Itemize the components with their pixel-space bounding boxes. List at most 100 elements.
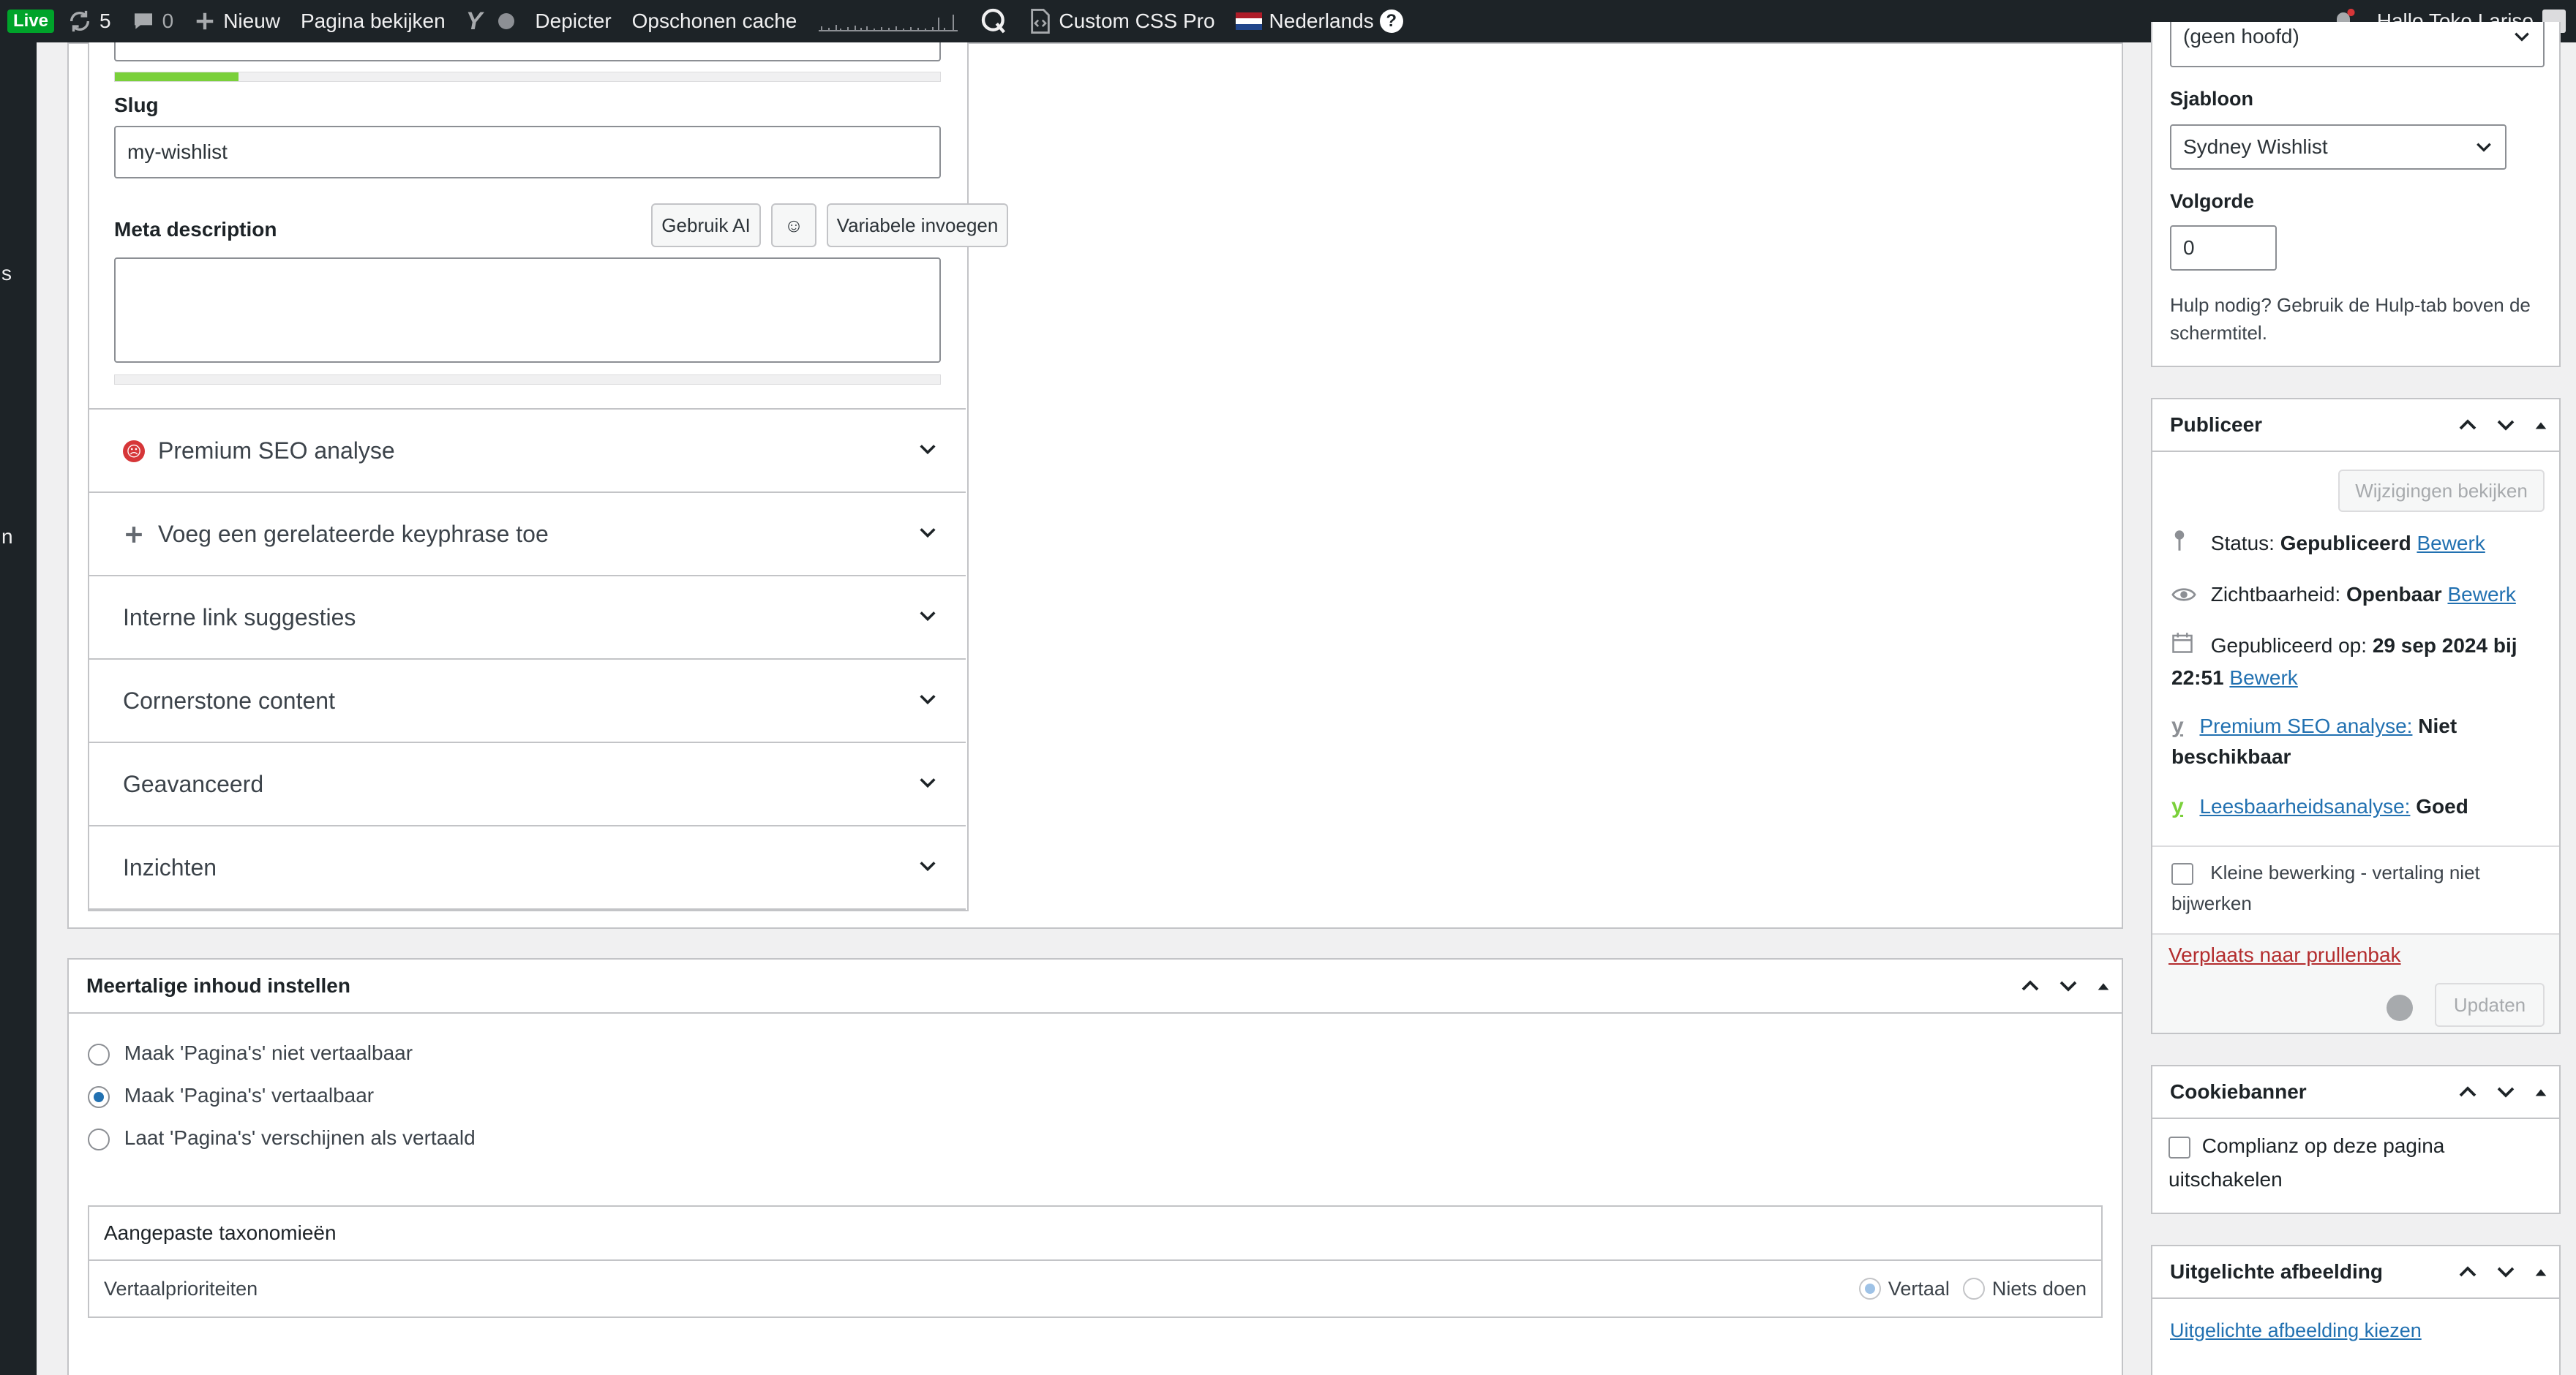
move-to-trash-link[interactable]: Verplaats naar prullenbak [2168, 943, 2401, 967]
order-label: Volgorde [2170, 190, 2255, 212]
parent-select[interactable]: (geen hoofd) [2170, 22, 2545, 67]
collapse-toggle-icon[interactable] [2533, 1264, 2549, 1280]
publish-title: Publiceer [2170, 413, 2263, 436]
accordion-cornerstone[interactable]: Cornerstone content [88, 658, 966, 742]
depicter-link[interactable]: Depicter [525, 0, 621, 42]
visibility-value: Openbaar [2346, 583, 2442, 606]
move-up-icon[interactable] [2457, 1261, 2479, 1283]
move-down-icon[interactable] [2495, 1081, 2517, 1103]
radio-translate[interactable] [1858, 1278, 1881, 1300]
accordion-label: Geavanceerd [123, 770, 264, 797]
collapse-toggle-icon[interactable] [2533, 1084, 2549, 1100]
multilingual-title: Meertalige inhoud instellen [86, 974, 350, 997]
use-ai-button[interactable]: Gebruik AI [651, 203, 761, 247]
cookiebanner-metabox: Cookiebanner Complianz op deze pagina ui… [2151, 1065, 2561, 1214]
seo-title-progress-fill [115, 72, 239, 81]
accordion-label: Interne link suggesties [123, 603, 356, 630]
complianz-label: Complianz op deze pagina [2201, 1134, 2445, 1157]
stats-sparkline-icon[interactable] [819, 9, 958, 34]
readability-value: Goed [2416, 795, 2468, 818]
seo-analysis-row: ỵ Premium SEO analyse: Niet beschikbaar [2171, 711, 2537, 772]
slug-label: Slug [114, 94, 159, 116]
accordion-internal-links[interactable]: Interne link suggesties [88, 575, 966, 658]
emoji-button[interactable]: ☺ [771, 203, 816, 247]
meta-description-label: Meta description [114, 218, 277, 241]
complianz-option[interactable]: Complianz op deze pagina uitschakelen [2168, 1129, 2444, 1197]
option-label: Maak 'Pagina's' niet vertaalbaar [124, 1041, 413, 1064]
accordion-label: Voeg een gerelateerde keyphrase toe [158, 520, 549, 547]
rankmath-icon[interactable] [969, 0, 1019, 42]
radio-translatable[interactable] [88, 1085, 110, 1108]
move-up-icon[interactable] [2457, 1081, 2479, 1103]
yoast-menu[interactable]: Y [456, 0, 525, 42]
template-select[interactable]: Sydney Wishlist [2170, 124, 2506, 170]
focus-keyphrase-field[interactable] [114, 42, 941, 61]
translatable-option-1[interactable]: Maak 'Pagina's' vertaalbaar [88, 1084, 374, 1108]
chevron-down-icon [920, 695, 936, 705]
update-button[interactable]: Updaten [2435, 983, 2545, 1027]
visibility-row: Zichtbaarheid: Openbaar Bewerk [2171, 579, 2537, 611]
complianz-label-2: uitschakelen [2168, 1168, 2283, 1191]
help-icon[interactable]: ? [1379, 10, 1403, 33]
translatable-option-2[interactable]: Laat 'Pagina's' verschijnen als vertaald [88, 1126, 476, 1150]
new-content-button[interactable]: Nieuw [184, 0, 290, 42]
attributes-help-text: Hulp nodig? Gebruik de Hulp-tab boven de… [2170, 294, 2531, 344]
page-attributes-metabox: (geen hoofd) Sjabloon Sydney Wishlist Vo… [2151, 22, 2561, 367]
collapse-toggle-icon[interactable] [2095, 978, 2111, 994]
minor-edit-label: Kleine bewerking - vertaling niet [2210, 862, 2480, 884]
plus-icon [126, 527, 142, 543]
order-input[interactable]: 0 [2170, 225, 2277, 271]
accordion-premium-seo-analysis[interactable]: ☹ Premium SEO analyse [88, 408, 966, 491]
featured-image-metabox: Uitgelichte afbeelding Uitgelichte afbee… [2151, 1245, 2561, 1375]
featured-image-title: Uitgelichte afbeelding [2170, 1260, 2383, 1283]
accordion-add-related-keyphrase[interactable]: Voeg een gerelateerde keyphrase toe [88, 491, 966, 575]
preview-changes-button[interactable]: Wijzigingen bekijken [2338, 470, 2545, 512]
edit-status-link[interactable]: Bewerk [2417, 532, 2485, 554]
radio-do-nothing[interactable] [1962, 1278, 1985, 1300]
seo-analysis-value-2: beschikbaar [2171, 745, 2291, 768]
move-down-icon[interactable] [2057, 975, 2079, 997]
move-down-icon[interactable] [2495, 414, 2517, 436]
seo-analysis-link[interactable]: Premium SEO analyse: [2199, 715, 2412, 737]
move-up-icon[interactable] [2019, 975, 2041, 997]
move-down-icon[interactable] [2495, 1261, 2517, 1283]
translation-priorities-label: Vertaalprioriteiten [104, 1277, 258, 1300]
sidebar-menu-fragment[interactable]: n [1, 525, 13, 549]
edit-visibility-link[interactable]: Bewerk [2447, 583, 2515, 606]
radio-not-translatable[interactable] [88, 1043, 110, 1066]
insert-variable-button[interactable]: Variabele invoegen [827, 203, 1008, 247]
custom-css-menu[interactable]: Custom CSS Pro [1019, 0, 1225, 42]
updates-button[interactable]: 5 [57, 0, 121, 42]
accordion-label: Inzichten [123, 854, 217, 881]
translatable-option-0[interactable]: Maak 'Pagina's' niet vertaalbaar [88, 1041, 413, 1066]
calendar-icon [2171, 632, 2195, 663]
comments-button[interactable]: 0 [121, 0, 184, 42]
comment-icon [132, 10, 155, 33]
chevron-down-icon [920, 528, 936, 538]
clear-cache-button[interactable]: Opschonen cache [622, 0, 808, 42]
edit-date-link[interactable]: Bewerk [2229, 666, 2297, 689]
collapse-toggle-icon[interactable] [2533, 417, 2549, 433]
view-page-link[interactable]: Pagina bekijken [290, 0, 456, 42]
template-value: Sydney Wishlist [2183, 135, 2328, 158]
translation-priorities-row: Vertaalprioriteiten Vertaal Niets doen [89, 1261, 2101, 1316]
radio-show-as-translated[interactable] [88, 1128, 110, 1150]
complianz-checkbox[interactable] [2168, 1136, 2190, 1159]
translate-option-label: Vertaal [1888, 1277, 1950, 1300]
language-switcher[interactable]: Nederlands ? [1225, 0, 1413, 42]
move-up-icon[interactable] [2457, 414, 2479, 436]
chevron-down-icon [920, 445, 936, 455]
minor-edit-checkbox[interactable] [2171, 863, 2193, 886]
plus-icon [194, 10, 216, 32]
set-featured-image-link[interactable]: Uitgelichte afbeelding kiezen [2170, 1319, 2422, 1342]
readability-link[interactable]: Leesbaarheidsanalyse: [2199, 795, 2410, 818]
meta-description-input[interactable] [114, 257, 941, 363]
meta-description-progress [114, 374, 941, 385]
accordion-advanced[interactable]: Geavanceerd [88, 742, 966, 825]
sidebar-menu-fragment[interactable]: s [1, 262, 12, 285]
accordion-label: Premium SEO analyse [158, 437, 395, 464]
slug-input[interactable]: my-wishlist [114, 126, 941, 178]
pin-icon [2171, 530, 2195, 560]
accordion-insights[interactable]: Inzichten [88, 825, 966, 910]
live-badge[interactable]: Live [7, 10, 55, 33]
